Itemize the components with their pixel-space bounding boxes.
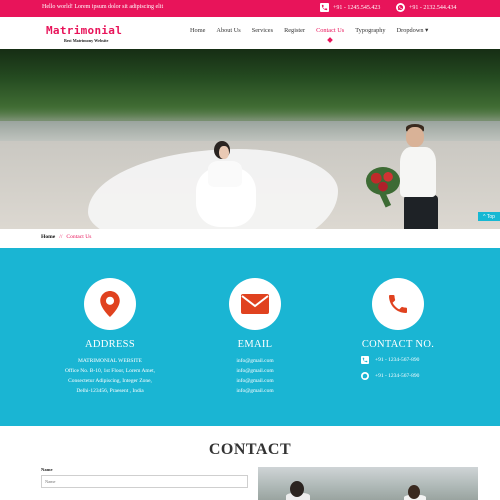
name-label: Name (41, 467, 53, 472)
nav-dropdown-label: Dropdown (396, 27, 424, 34)
site-logo[interactable]: Matrimonial (46, 24, 122, 37)
phone-number-2: +91 - 2132.544.434 (409, 4, 457, 11)
chevron-down-icon: ▾ (425, 27, 429, 34)
nav-services[interactable]: Services (252, 27, 273, 34)
main-nav: Home About Us Services Register Contact … (190, 27, 439, 34)
whatsapp-icon (361, 372, 369, 380)
top-bar: Hello world! Lorem ipsum dolor sit adipi… (0, 0, 500, 17)
breadcrumb-home[interactable]: Home (41, 234, 55, 240)
contact-heading: CONTACT (208, 441, 292, 458)
breadcrumb-current: Contact Us (66, 234, 92, 240)
nav-contact-us[interactable]: Contact Us (316, 27, 344, 34)
contact-phone-1-number: +91 - 1234-567-890 (375, 357, 420, 363)
contact-phone-2-number: +91 - 1234-567-890 (375, 373, 420, 379)
email-link[interactable]: info@gmail.com (170, 366, 340, 376)
email-link[interactable]: info@gmail.com (170, 376, 340, 386)
contact-phone-2[interactable]: +91 - 1234-567-890 (361, 372, 419, 380)
email-link[interactable]: info@gmail.com (170, 386, 340, 396)
map-pin-icon (84, 278, 136, 330)
phone-link-2[interactable]: +91 - 2132.544.434 (396, 3, 456, 12)
nav-about-us[interactable]: About Us (216, 27, 240, 34)
breadcrumb-separator: // (59, 234, 63, 240)
contact-info-section: ADDRESS MATRIMONIAL WEBSITE Office No. B… (0, 248, 500, 426)
couple-photo (258, 467, 478, 500)
back-to-top-label: Top (486, 213, 495, 220)
name-field[interactable] (41, 475, 248, 488)
site-header: Matrimonial Best Matrimony Website Home … (0, 17, 500, 49)
phone-number-1: +91 - 1245.545.423 (333, 4, 381, 11)
whatsapp-icon (396, 3, 405, 12)
nav-typography[interactable]: Typography (355, 27, 385, 34)
nav-register[interactable]: Register (284, 27, 305, 34)
phone-link-1[interactable]: +91 - 1245.545.423 (320, 3, 380, 12)
email-link[interactable]: info@gmail.com (170, 356, 340, 366)
nav-dropdown[interactable]: Dropdown ▾ (397, 27, 429, 34)
site-tagline: Best Matrimony Website (64, 38, 109, 43)
contact-phone-1[interactable]: +91 - 1234-567-890 (361, 356, 419, 364)
nav-home[interactable]: Home (190, 27, 205, 34)
arrow-up-icon: ^ (483, 213, 486, 220)
envelope-icon (229, 278, 281, 330)
welcome-text: Hello world! Lorem ipsum dolor sit adipi… (42, 4, 164, 10)
breadcrumb: Home //Contact Us (41, 234, 91, 240)
phone-icon (372, 278, 424, 330)
contact-number-title: CONTACT NO. (361, 339, 435, 350)
hero-banner-image: ^ Top (0, 49, 500, 229)
phone-icon (361, 356, 369, 364)
back-to-top-button[interactable]: ^ Top (478, 212, 500, 221)
phone-icon (320, 3, 329, 12)
